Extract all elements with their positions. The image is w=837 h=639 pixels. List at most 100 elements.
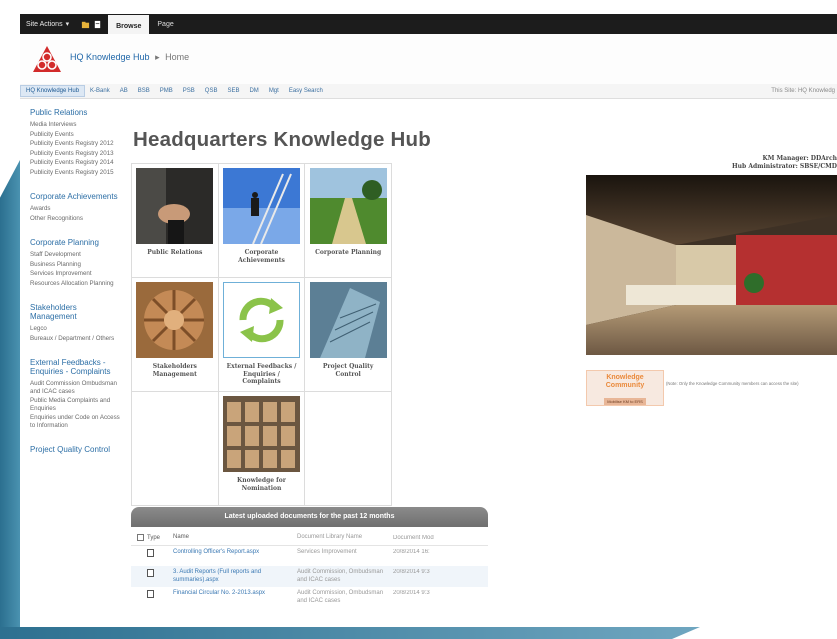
column-type[interactable]: Type <box>147 535 173 541</box>
document-link[interactable]: Controlling Officer's Report.aspx <box>173 549 297 557</box>
site-actions-label: Site Actions <box>26 20 63 28</box>
sidebar-item[interactable]: Publicity Events Registry 2013 <box>30 150 122 158</box>
topnav-item-bsb[interactable]: BSB <box>133 88 155 94</box>
sidebar-item[interactable]: Audit Commission Ombudsman and ICAC case… <box>30 380 122 395</box>
sidebar-item[interactable]: Publicity Events Registry 2014 <box>30 159 122 167</box>
breadcrumb-current: Home <box>165 52 190 62</box>
quick-launch-sidebar: Public Relations Media Interviews Public… <box>30 102 122 627</box>
tile-corporate-achievements[interactable]: Corporate Achievements <box>217 163 306 278</box>
tab-page[interactable]: Page <box>149 18 181 31</box>
sidebar-heading-public-relations[interactable]: Public Relations <box>30 108 122 117</box>
managers-info: KM Manager: DDArch Hub Administrator: SB… <box>732 155 837 171</box>
documents-title: Latest uploaded documents for the past 1… <box>131 507 488 527</box>
tile-empty <box>131 391 219 506</box>
tile-caption: Knowledge for Nomination <box>237 477 286 492</box>
column-name[interactable]: Name <box>173 534 297 542</box>
column-library[interactable]: Document Library Name <box>297 534 393 542</box>
topnav-item-ab[interactable]: AB <box>115 88 133 94</box>
document-link[interactable]: Financial Circular No. 2-2013.aspx <box>173 590 297 598</box>
tile-public-relations[interactable]: Public Relations <box>131 163 219 278</box>
handshake-image <box>136 168 214 244</box>
refresh-arrows-icon <box>221 281 301 359</box>
hands-circle-image <box>136 282 214 358</box>
bookshelf-image <box>222 396 300 472</box>
kc-title: Knowledge Community <box>605 374 645 389</box>
topnav-item-mgt[interactable]: Mgt <box>264 88 284 94</box>
column-modified[interactable]: Document Mod <box>393 535 453 541</box>
table-row: 3. Audit Reports (Full reports and summa… <box>131 566 488 587</box>
sidebar-heading-corporate-planning[interactable]: Corporate Planning <box>30 238 122 247</box>
topnav-item-easy-search[interactable]: Easy Search <box>284 88 328 94</box>
document-date: 20/8/2014 9:3 <box>393 590 430 596</box>
breadcrumb: HQ Knowledge Hub ▸ Home <box>70 52 189 63</box>
topnav-item-k-bank[interactable]: K-Bank <box>85 88 115 94</box>
site-actions-menu[interactable]: Site Actions ▾ <box>20 20 75 29</box>
sidebar-item[interactable]: Publicity Events <box>30 131 122 139</box>
hub-administrator: Hub Administrator: SBSE/CMD <box>732 163 837 170</box>
sidebar-heading-project-quality-control[interactable]: Project Quality Control <box>30 445 122 454</box>
sidebar-heading-stakeholders-management[interactable]: Stakeholders Management <box>30 303 122 321</box>
knowledge-community-banner[interactable]: Knowledge Community Mobilise KM to ERS <box>586 370 664 406</box>
search-scope-label[interactable]: This Site: HQ Knowledg <box>771 88 835 94</box>
document-library: Audit Commission, Ombudsman and ICAC cas… <box>297 569 384 583</box>
sidebar-heading-external-feedbacks[interactable]: External Feedbacks - Enquiries - Complai… <box>30 358 122 376</box>
tile-corporate-planning[interactable]: Corporate Planning <box>304 163 392 278</box>
breadcrumb-separator: ▸ <box>155 52 160 62</box>
sidebar-item[interactable]: Media Interviews <box>30 121 122 129</box>
frame-bottom-border <box>0 627 700 639</box>
documents-header-row: Type Name Document Library Name Document… <box>131 531 488 546</box>
sidebar-item[interactable]: Publicity Events Registry 2015 <box>30 169 122 177</box>
sidebar-item[interactable]: Business Planning <box>30 261 122 269</box>
document-date: 20/8/2014 9:3 <box>393 569 430 575</box>
topnav-item-hq-knowledge-hub[interactable]: HQ Knowledge Hub <box>20 85 86 97</box>
document-icon <box>147 590 154 598</box>
document-link[interactable]: 3. Audit Reports (Full reports and summa… <box>173 569 297 584</box>
sidebar-item[interactable]: Public Media Complaints and Enquiries <box>30 397 122 412</box>
topnav-item-pmb[interactable]: PMB <box>155 88 178 94</box>
kc-button[interactable]: Mobilise KM to ERS <box>604 398 646 405</box>
ribbon-icons <box>75 20 108 29</box>
sidebar-item[interactable]: Awards <box>30 205 122 213</box>
lobby-photo <box>586 175 837 355</box>
tile-knowledge-for-nomination[interactable]: Knowledge for Nomination <box>217 391 306 506</box>
chevron-down-icon: ▾ <box>65 21 70 28</box>
latest-documents-panel: Latest uploaded documents for the past 1… <box>131 507 488 627</box>
ladder-climber-image <box>222 168 300 245</box>
edit-page-icon[interactable] <box>93 20 102 29</box>
sidebar-item[interactable]: Publicity Events Registry 2012 <box>30 140 122 148</box>
tile-grid: Public Relations Corporate Achievements … <box>131 163 392 506</box>
km-manager: KM Manager: DDArch <box>762 155 837 162</box>
folder-icon[interactable] <box>81 20 90 29</box>
topnav-item-qsb[interactable]: QSB <box>200 88 223 94</box>
site-title-link[interactable]: HQ Knowledge Hub <box>70 52 150 62</box>
site-logo-icon[interactable] <box>32 44 62 74</box>
sidebar-item[interactable]: Resources Allocation Planning <box>30 280 122 288</box>
top-navigation: HQ Knowledge Hub K-Bank AB BSB PMB PSB Q… <box>20 84 837 99</box>
sidebar-item[interactable]: Enquiries under Code on Access to Inform… <box>30 414 122 429</box>
tile-empty <box>304 391 392 506</box>
table-row: Controlling Officer's Report.aspx Servic… <box>131 546 488 566</box>
tile-project-quality-control[interactable]: Project Quality Control <box>304 277 392 392</box>
tile-caption: Project Quality Control <box>322 363 374 378</box>
document-library: Audit Commission, Ombudsman and ICAC cas… <box>297 590 384 604</box>
select-all-checkbox[interactable] <box>137 533 144 541</box>
topnav-item-seb[interactable]: SEB <box>222 88 244 94</box>
sidebar-item[interactable]: Other Recognitions <box>30 215 122 223</box>
ribbon-bar: Site Actions ▾ Browse Page <box>20 14 837 37</box>
document-icon <box>147 569 154 577</box>
sidebar-item[interactable]: Bureaux / Department / Others <box>30 335 122 343</box>
document-date: 20/8/2014 16: <box>393 549 430 555</box>
topnav-item-psb[interactable]: PSB <box>178 88 200 94</box>
sidebar-item[interactable]: Staff Development <box>30 251 122 259</box>
tile-caption: Corporate Planning <box>315 249 382 256</box>
page-title: Headquarters Knowledge Hub <box>133 128 431 151</box>
frame-top <box>0 0 837 12</box>
sidebar-heading-corporate-achievements[interactable]: Corporate Achievements <box>30 192 122 201</box>
tile-stakeholders-management[interactable]: Stakeholders Management <box>131 277 219 392</box>
topnav-item-dm[interactable]: DM <box>244 88 263 94</box>
tile-external-feedbacks[interactable]: External Feedbacks / Enquiries / Complai… <box>217 277 306 392</box>
sidebar-item[interactable]: Services Improvement <box>30 270 122 278</box>
sidebar-item[interactable]: Legco <box>30 325 122 333</box>
frame-left-border <box>0 160 20 630</box>
tile-caption: External Feedbacks / Enquiries / Complai… <box>226 363 297 385</box>
